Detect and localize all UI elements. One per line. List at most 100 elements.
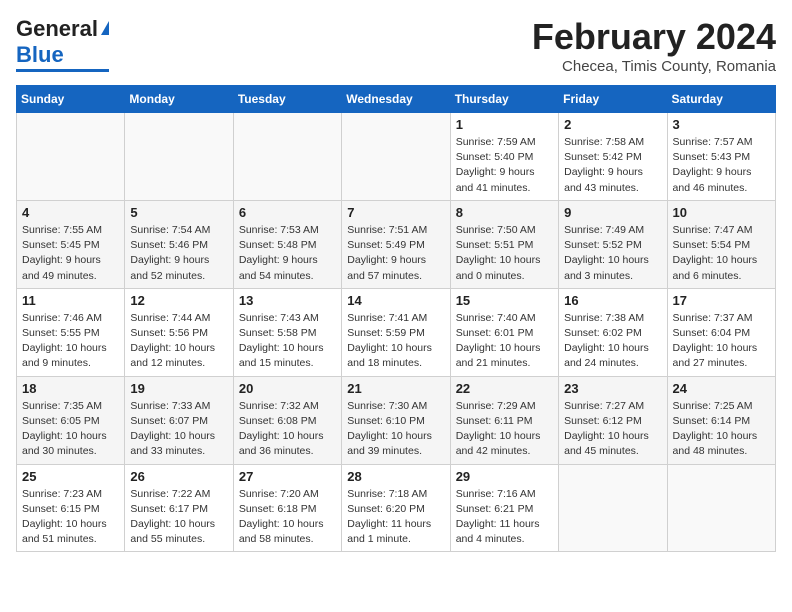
calendar-cell: 9 Sunrise: 7:49 AM Sunset: 5:52 PM Daylig… bbox=[559, 200, 667, 288]
day-number: 5 bbox=[130, 205, 227, 220]
day-info: Sunrise: 7:18 AM Sunset: 6:20 PM Dayligh… bbox=[347, 487, 444, 548]
day-info: Sunrise: 7:53 AM Sunset: 5:48 PM Dayligh… bbox=[239, 223, 336, 284]
day-info: Sunrise: 7:25 AM Sunset: 6:14 PM Dayligh… bbox=[673, 399, 770, 460]
page-header: General Blue February 2024 Checea, Timis… bbox=[16, 16, 776, 75]
logo: General Blue bbox=[16, 16, 109, 72]
day-number: 27 bbox=[239, 469, 336, 484]
day-number: 29 bbox=[456, 469, 553, 484]
calendar-cell: 10 Sunrise: 7:47 AM Sunset: 5:54 PM Dayli… bbox=[667, 200, 775, 288]
subtitle: Checea, Timis County, Romania bbox=[532, 58, 776, 75]
logo-triangle-icon bbox=[101, 21, 109, 35]
calendar-cell bbox=[667, 464, 775, 552]
day-info: Sunrise: 7:30 AM Sunset: 6:10 PM Dayligh… bbox=[347, 399, 444, 460]
logo-underline bbox=[16, 69, 109, 72]
day-number: 13 bbox=[239, 293, 336, 308]
day-info: Sunrise: 7:58 AM Sunset: 5:42 PM Dayligh… bbox=[564, 135, 661, 196]
day-number: 1 bbox=[456, 117, 553, 132]
col-header-friday: Friday bbox=[559, 86, 667, 113]
calendar-cell: 29 Sunrise: 7:16 AM Sunset: 6:21 PM Dayli… bbox=[450, 464, 558, 552]
day-info: Sunrise: 7:41 AM Sunset: 5:59 PM Dayligh… bbox=[347, 311, 444, 372]
day-number: 4 bbox=[22, 205, 119, 220]
day-number: 2 bbox=[564, 117, 661, 132]
day-number: 24 bbox=[673, 381, 770, 396]
calendar-cell: 16 Sunrise: 7:38 AM Sunset: 6:02 PM Dayli… bbox=[559, 288, 667, 376]
day-number: 8 bbox=[456, 205, 553, 220]
day-number: 9 bbox=[564, 205, 661, 220]
day-info: Sunrise: 7:43 AM Sunset: 5:58 PM Dayligh… bbox=[239, 311, 336, 372]
calendar-cell bbox=[342, 113, 450, 201]
calendar-cell: 27 Sunrise: 7:20 AM Sunset: 6:18 PM Dayli… bbox=[233, 464, 341, 552]
day-info: Sunrise: 7:54 AM Sunset: 5:46 PM Dayligh… bbox=[130, 223, 227, 284]
day-info: Sunrise: 7:23 AM Sunset: 6:15 PM Dayligh… bbox=[22, 487, 119, 548]
calendar-cell: 25 Sunrise: 7:23 AM Sunset: 6:15 PM Dayli… bbox=[17, 464, 125, 552]
day-info: Sunrise: 7:55 AM Sunset: 5:45 PM Dayligh… bbox=[22, 223, 119, 284]
logo-blue-text: Blue bbox=[16, 42, 109, 68]
day-number: 19 bbox=[130, 381, 227, 396]
calendar-cell: 24 Sunrise: 7:25 AM Sunset: 6:14 PM Dayli… bbox=[667, 376, 775, 464]
calendar-cell: 8 Sunrise: 7:50 AM Sunset: 5:51 PM Daylig… bbox=[450, 200, 558, 288]
calendar-cell: 18Sunrise: 7:35 AM Sunset: 6:05 PM Dayli… bbox=[17, 376, 125, 464]
calendar-cell: 17 Sunrise: 7:37 AM Sunset: 6:04 PM Dayli… bbox=[667, 288, 775, 376]
day-info: Sunrise: 7:59 AM Sunset: 5:40 PM Dayligh… bbox=[456, 135, 553, 196]
calendar-cell: 21 Sunrise: 7:30 AM Sunset: 6:10 PM Dayli… bbox=[342, 376, 450, 464]
day-info: Sunrise: 7:37 AM Sunset: 6:04 PM Dayligh… bbox=[673, 311, 770, 372]
day-number: 10 bbox=[673, 205, 770, 220]
day-number: 23 bbox=[564, 381, 661, 396]
day-number: 28 bbox=[347, 469, 444, 484]
day-info: Sunrise: 7:27 AM Sunset: 6:12 PM Dayligh… bbox=[564, 399, 661, 460]
day-info: Sunrise: 7:32 AM Sunset: 6:08 PM Dayligh… bbox=[239, 399, 336, 460]
calendar-cell: 22Sunrise: 7:29 AM Sunset: 6:11 PM Dayli… bbox=[450, 376, 558, 464]
day-number: 11 bbox=[22, 293, 119, 308]
day-number: 21 bbox=[347, 381, 444, 396]
col-header-sunday: Sunday bbox=[17, 86, 125, 113]
calendar-cell: 13 Sunrise: 7:43 AM Sunset: 5:58 PM Dayli… bbox=[233, 288, 341, 376]
day-info: Sunrise: 7:20 AM Sunset: 6:18 PM Dayligh… bbox=[239, 487, 336, 548]
calendar-cell: 12Sunrise: 7:44 AM Sunset: 5:56 PM Dayli… bbox=[125, 288, 233, 376]
day-info: Sunrise: 7:49 AM Sunset: 5:52 PM Dayligh… bbox=[564, 223, 661, 284]
calendar-cell bbox=[559, 464, 667, 552]
col-header-monday: Monday bbox=[125, 86, 233, 113]
day-info: Sunrise: 7:22 AM Sunset: 6:17 PM Dayligh… bbox=[130, 487, 227, 548]
day-info: Sunrise: 7:50 AM Sunset: 5:51 PM Dayligh… bbox=[456, 223, 553, 284]
calendar-cell: 2 Sunrise: 7:58 AM Sunset: 5:42 PM Daylig… bbox=[559, 113, 667, 201]
col-header-wednesday: Wednesday bbox=[342, 86, 450, 113]
day-info: Sunrise: 7:40 AM Sunset: 6:01 PM Dayligh… bbox=[456, 311, 553, 372]
main-title: February 2024 bbox=[532, 16, 776, 58]
day-number: 3 bbox=[673, 117, 770, 132]
day-info: Sunrise: 7:47 AM Sunset: 5:54 PM Dayligh… bbox=[673, 223, 770, 284]
calendar-cell: 20 Sunrise: 7:32 AM Sunset: 6:08 PM Dayli… bbox=[233, 376, 341, 464]
title-block: February 2024 Checea, Timis County, Roma… bbox=[532, 16, 776, 75]
calendar-cell: 19Sunrise: 7:33 AM Sunset: 6:07 PM Dayli… bbox=[125, 376, 233, 464]
calendar-cell: 14 Sunrise: 7:41 AM Sunset: 5:59 PM Dayli… bbox=[342, 288, 450, 376]
day-number: 16 bbox=[564, 293, 661, 308]
day-info: Sunrise: 7:16 AM Sunset: 6:21 PM Dayligh… bbox=[456, 487, 553, 548]
col-header-saturday: Saturday bbox=[667, 86, 775, 113]
calendar-cell: 11 Sunrise: 7:46 AM Sunset: 5:55 PM Dayli… bbox=[17, 288, 125, 376]
logo-general-text: General bbox=[16, 16, 98, 42]
day-number: 12 bbox=[130, 293, 227, 308]
day-number: 6 bbox=[239, 205, 336, 220]
day-number: 7 bbox=[347, 205, 444, 220]
col-header-thursday: Thursday bbox=[450, 86, 558, 113]
day-number: 26 bbox=[130, 469, 227, 484]
calendar-cell: 1 Sunrise: 7:59 AM Sunset: 5:40 PM Daylig… bbox=[450, 113, 558, 201]
calendar-cell: 15 Sunrise: 7:40 AM Sunset: 6:01 PM Dayli… bbox=[450, 288, 558, 376]
calendar-cell bbox=[17, 113, 125, 201]
day-info: Sunrise: 7:29 AM Sunset: 6:11 PM Dayligh… bbox=[456, 399, 553, 460]
day-number: 17 bbox=[673, 293, 770, 308]
calendar-cell bbox=[125, 113, 233, 201]
day-number: 14 bbox=[347, 293, 444, 308]
day-info: Sunrise: 7:38 AM Sunset: 6:02 PM Dayligh… bbox=[564, 311, 661, 372]
calendar-cell: 6 Sunrise: 7:53 AM Sunset: 5:48 PM Daylig… bbox=[233, 200, 341, 288]
col-header-tuesday: Tuesday bbox=[233, 86, 341, 113]
calendar-cell: 26 Sunrise: 7:22 AM Sunset: 6:17 PM Dayli… bbox=[125, 464, 233, 552]
day-number: 20 bbox=[239, 381, 336, 396]
day-number: 25 bbox=[22, 469, 119, 484]
calendar-cell: 28 Sunrise: 7:18 AM Sunset: 6:20 PM Dayli… bbox=[342, 464, 450, 552]
calendar-cell: 7 Sunrise: 7:51 AM Sunset: 5:49 PM Daylig… bbox=[342, 200, 450, 288]
day-info: Sunrise: 7:57 AM Sunset: 5:43 PM Dayligh… bbox=[673, 135, 770, 196]
day-info: Sunrise: 7:51 AM Sunset: 5:49 PM Dayligh… bbox=[347, 223, 444, 284]
day-info: Sunrise: 7:46 AM Sunset: 5:55 PM Dayligh… bbox=[22, 311, 119, 372]
calendar-cell bbox=[233, 113, 341, 201]
day-number: 15 bbox=[456, 293, 553, 308]
